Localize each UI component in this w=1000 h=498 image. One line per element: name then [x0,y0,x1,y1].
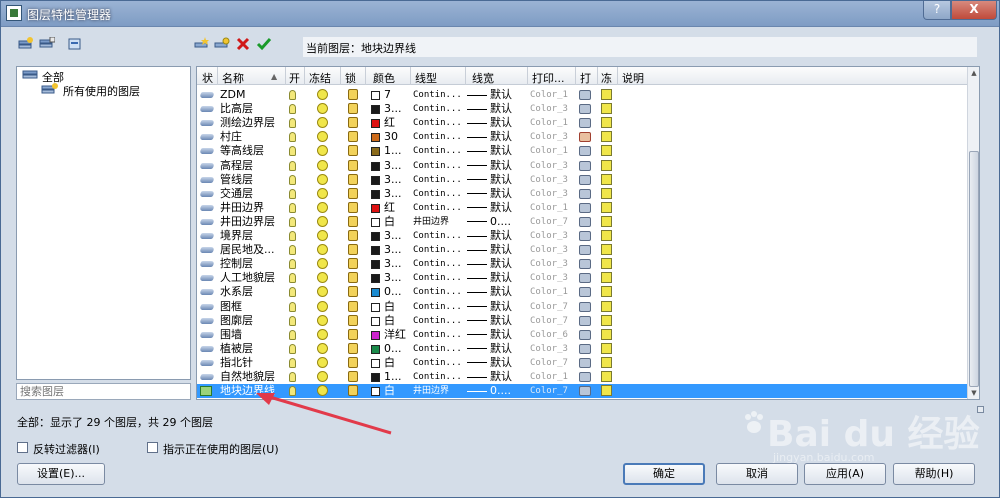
watermark-brand: Bai du 经验 [767,414,980,455]
paw-icon [745,411,763,433]
layer-properties-manager-window: 图层特性管理器 ? X 当前图层：地块边界线 全部 所有使用的图层 状 名称 ▲… [0,0,1000,498]
watermark-url: jingyan.baidu.com [773,451,875,464]
